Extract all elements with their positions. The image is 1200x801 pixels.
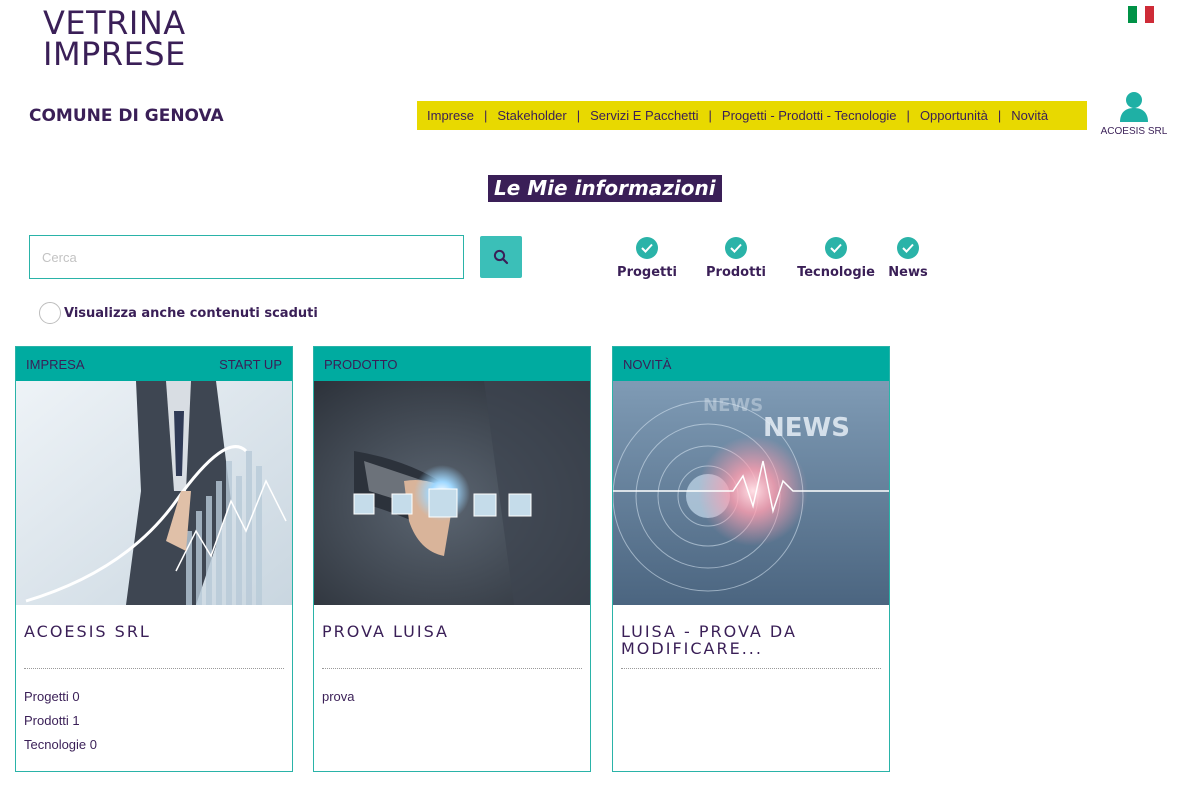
- card-title: LUISA - PROVA DA MODIFICARE...: [621, 622, 797, 658]
- card-type: NOVITÀ: [623, 356, 672, 372]
- hand-touching-cubes-image: [314, 381, 590, 605]
- filter-label: News: [888, 265, 928, 280]
- check-icon: [636, 237, 658, 259]
- nav-separator: |: [483, 108, 488, 123]
- search-box: [29, 235, 464, 279]
- site-logo[interactable]: VETRINA IMPRESE: [43, 7, 213, 73]
- city-name: COMUNE DI GENOVA: [29, 106, 224, 126]
- nav-item-imprese[interactable]: Imprese: [427, 108, 474, 123]
- nav-separator: |: [708, 108, 712, 123]
- main-nav: Imprese | Stakeholder | Servizi E Pacche…: [417, 101, 1087, 130]
- nav-separator: |: [906, 108, 910, 123]
- card-line: Tecnologie 0: [24, 737, 97, 752]
- card-title: ACOESIS SRL: [24, 622, 151, 641]
- filter-label: Prodotti: [706, 265, 766, 280]
- card-line: Progetti 0: [24, 689, 80, 704]
- filter-label: Tecnologie: [797, 265, 875, 280]
- check-icon: [725, 237, 747, 259]
- news-globe-image: NEWS NEWS: [613, 381, 889, 605]
- user-menu[interactable]: ACOESIS SRL: [1098, 90, 1170, 137]
- check-icon: [897, 237, 919, 259]
- logo-line-2: IMPRESE: [43, 35, 186, 73]
- user-name: ACOESIS SRL: [1100, 126, 1168, 137]
- expired-label: Visualizza anche contenuti scaduti: [64, 305, 318, 321]
- card-body: Progetti 0 Prodotti 1 Tecnologie 0: [16, 669, 292, 757]
- expired-radio[interactable]: [39, 302, 61, 324]
- check-icon: [825, 237, 847, 259]
- search-icon: [493, 249, 509, 265]
- filter-label: Progetti: [617, 265, 677, 280]
- nav-item-progetti[interactable]: Progetti - Prodotti - Tecnologie: [722, 108, 897, 123]
- nav-item-novita[interactable]: Novità: [1011, 108, 1048, 123]
- nav-separator: |: [576, 108, 581, 123]
- business-growth-chart-image: [16, 381, 292, 605]
- expired-content-toggle[interactable]: Visualizza anche contenuti scaduti: [39, 302, 318, 324]
- page-title: Le Mie informazioni: [488, 175, 722, 202]
- user-icon: [1120, 92, 1148, 122]
- card-type: PRODOTTO: [324, 356, 398, 372]
- card-header: NOVITÀ: [613, 347, 889, 381]
- search-input[interactable]: [30, 236, 463, 278]
- filter-tecnologie[interactable]: Tecnologie: [795, 237, 877, 280]
- card-line: prova: [322, 689, 355, 704]
- nav-separator: |: [997, 108, 1002, 123]
- filter-progetti[interactable]: Progetti: [616, 237, 678, 280]
- filter-prodotti[interactable]: Prodotti: [705, 237, 767, 280]
- card-line: Prodotti 1: [24, 713, 80, 728]
- nav-item-servizi[interactable]: Servizi E Pacchetti: [590, 108, 698, 123]
- nav-item-stakeholder[interactable]: Stakeholder: [497, 108, 566, 123]
- card-body: [613, 669, 889, 685]
- card-type: IMPRESA: [26, 356, 85, 372]
- card-header: IMPRESA START UP: [16, 347, 292, 381]
- filter-news[interactable]: News: [884, 237, 932, 280]
- svg-text:NEWS: NEWS: [763, 413, 850, 443]
- search-button[interactable]: [480, 236, 522, 278]
- card-header: PRODOTTO: [314, 347, 590, 381]
- italy-flag-icon[interactable]: [1128, 6, 1155, 23]
- svg-text:NEWS: NEWS: [703, 395, 763, 416]
- nav-item-opportunita[interactable]: Opportunità: [920, 108, 988, 123]
- card-prodotto[interactable]: PRODOTTO PROVA LUISA prova: [313, 346, 591, 772]
- card-novita[interactable]: NOVITÀ NEWS NEWS LUISA - PROVA DA MODIFI…: [612, 346, 890, 772]
- card-impresa[interactable]: IMPRESA START UP ACOESIS SRL Progetti 0 …: [15, 346, 293, 772]
- card-body: prova: [314, 669, 590, 709]
- card-title: PROVA LUISA: [322, 622, 449, 641]
- card-badge: START UP: [219, 356, 282, 372]
